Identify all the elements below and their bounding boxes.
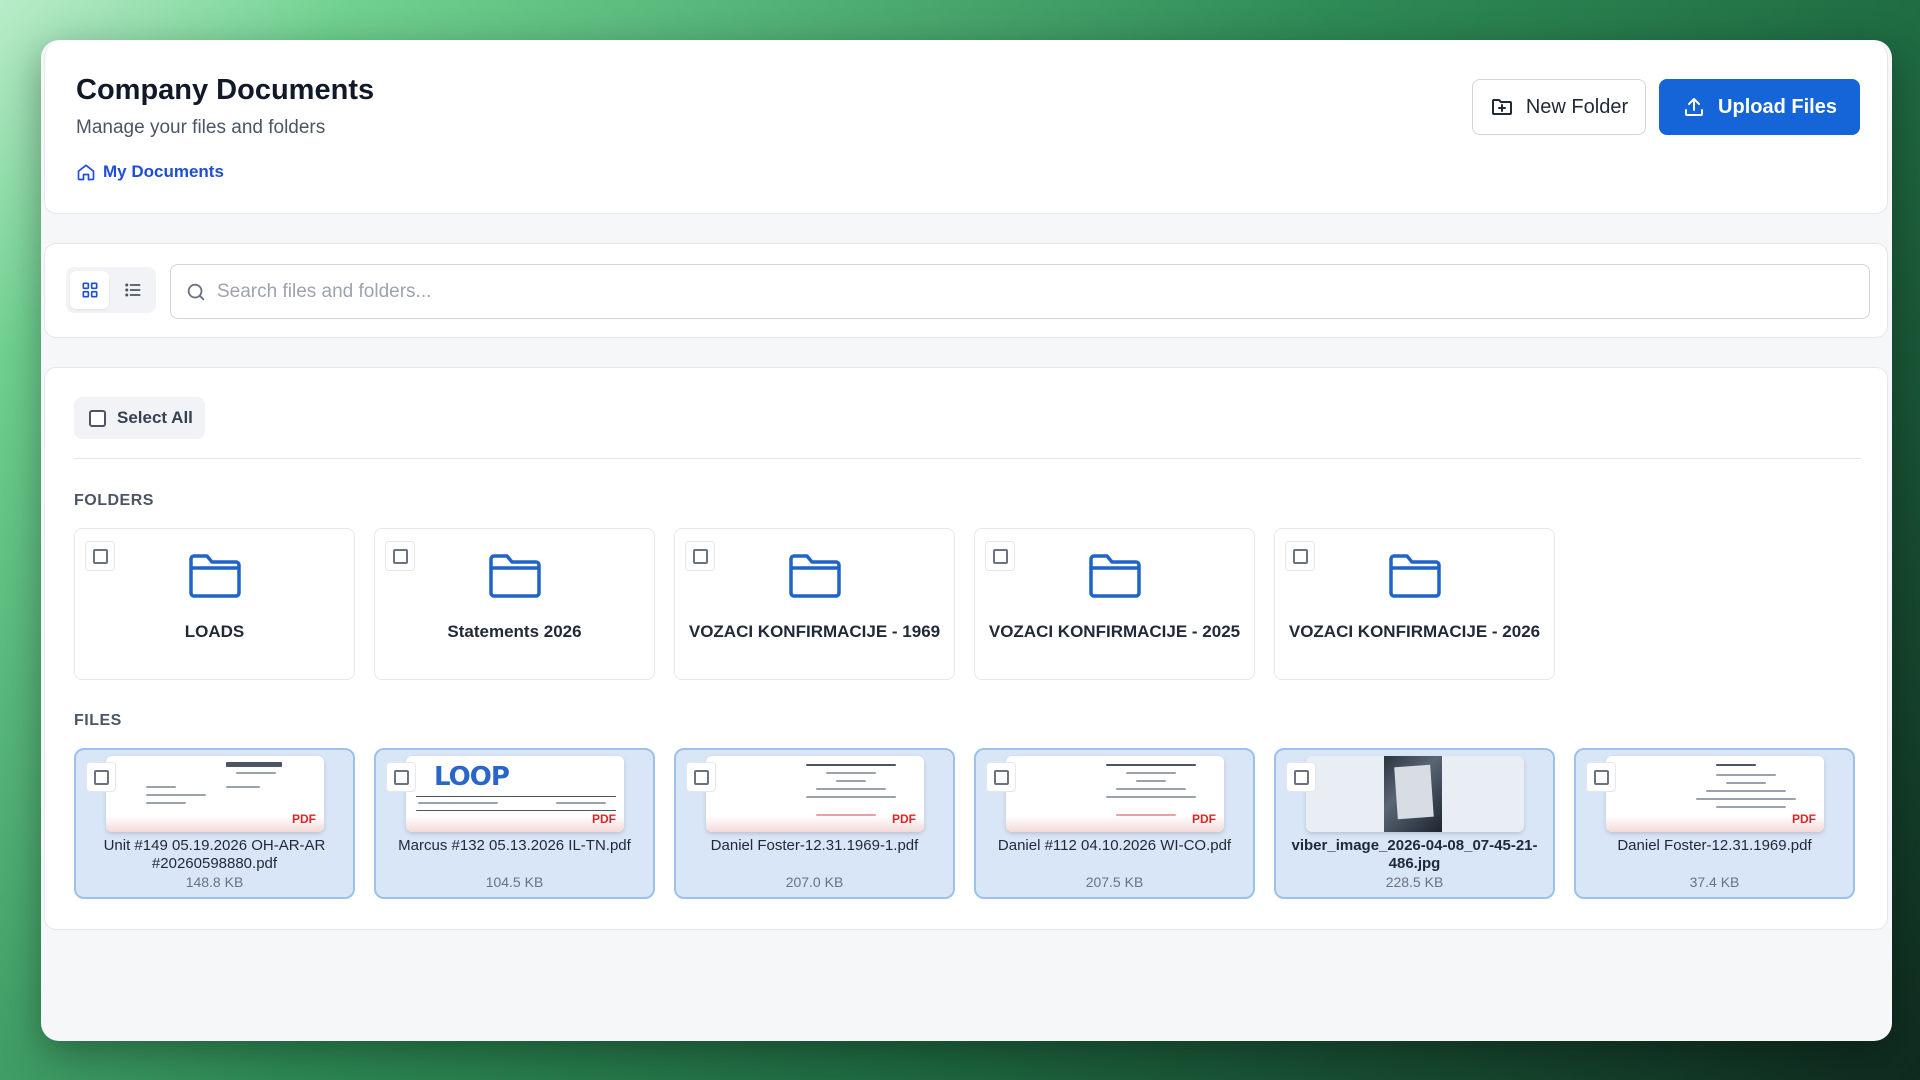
search-icon <box>187 283 205 300</box>
pdf-thumbnail: PDF <box>706 756 924 832</box>
breadcrumb-label: My Documents <box>103 162 224 181</box>
select-all-label: Select All <box>117 408 193 427</box>
file-checkbox[interactable] <box>386 762 416 792</box>
image-thumbnail <box>1306 756 1524 832</box>
folder-name: VOZACI KONFIRMACIJE - 2025 <box>988 622 1241 641</box>
folders-heading: FOLDERS <box>74 492 154 509</box>
file-card[interactable]: PDF Unit #149 05.19.2026 OH-AR-AR #20260… <box>74 748 355 899</box>
folder-icon <box>1389 554 1441 598</box>
file-size: 148.8 KB <box>185 874 244 890</box>
page-title: Company Documents <box>76 74 375 106</box>
view-toggle <box>66 267 156 313</box>
page-subtitle: Manage your files and folders <box>76 117 326 138</box>
folder-name: VOZACI KONFIRMACIJE - 2026 <box>1288 622 1541 641</box>
file-card[interactable]: PDF Daniel Foster-12.31.1969-1.pdf 207.0… <box>674 748 955 899</box>
folder-name: VOZACI KONFIRMACIJE - 1969 <box>688 622 941 641</box>
pdf-badge: PDF <box>292 812 316 826</box>
upload-files-button[interactable]: Upload Files <box>1659 79 1860 135</box>
folder-card[interactable]: Statements 2026 <box>374 528 655 680</box>
folder-checkbox[interactable] <box>985 541 1015 571</box>
new-folder-label: New Folder <box>1525 95 1629 118</box>
search-bar <box>170 264 1870 319</box>
list-view-button[interactable] <box>113 271 152 309</box>
upload-icon <box>1685 98 1704 116</box>
photo-preview <box>1384 756 1442 832</box>
file-browser: Select All FOLDERS LOADS Statements 2026… <box>44 367 1888 930</box>
files-heading: FILES <box>74 712 122 729</box>
folder-card[interactable]: VOZACI KONFIRMACIJE - 2025 <box>974 528 1255 680</box>
folder-card[interactable]: LOADS <box>74 528 355 680</box>
list-icon <box>124 283 140 297</box>
app-window: Company Documents Manage your files and … <box>41 40 1892 1041</box>
folder-name: Statements 2026 <box>447 622 582 641</box>
folder-card[interactable]: VOZACI KONFIRMACIJE - 2026 <box>1274 528 1555 680</box>
folder-name: LOADS <box>184 622 245 641</box>
folder-plus-icon <box>1491 99 1512 115</box>
file-size: 207.5 KB <box>1085 874 1144 890</box>
file-size: 207.0 KB <box>785 874 844 890</box>
toolbar <box>44 243 1888 338</box>
file-card[interactable]: LOOP PDF Marcus #132 05.13.2026 IL-TN.pd… <box>374 748 655 899</box>
select-all-checkbox[interactable] <box>89 409 106 427</box>
grid-icon <box>82 282 97 298</box>
file-card[interactable]: viber_image_2026-04-08_07-45-21-486.jpg … <box>1274 748 1555 899</box>
file-name: Marcus #132 05.13.2026 IL-TN.pdf <box>398 837 631 854</box>
file-name: Daniel #112 04.10.2026 WI-CO.pdf <box>997 837 1232 854</box>
pdf-thumbnail: PDF <box>1006 756 1224 832</box>
folder-icon <box>789 554 841 598</box>
file-name: viber_image_2026-04-08_07-45-21-486.jpg <box>1291 837 1538 872</box>
pdf-badge: PDF <box>1792 812 1816 826</box>
page-header: Company Documents Manage your files and … <box>44 40 1888 214</box>
search-input[interactable] <box>217 280 1817 303</box>
file-size: 228.5 KB <box>1385 874 1444 890</box>
file-checkbox[interactable] <box>86 762 116 792</box>
file-checkbox[interactable] <box>686 762 716 792</box>
upload-files-label: Upload Files <box>1718 95 1837 118</box>
folder-checkbox[interactable] <box>1285 541 1315 571</box>
file-card[interactable]: PDF Daniel #112 04.10.2026 WI-CO.pdf 207… <box>974 748 1255 899</box>
file-name: Unit #149 05.19.2026 OH-AR-AR #202605988… <box>103 837 326 872</box>
folder-checkbox[interactable] <box>685 541 715 571</box>
pdf-thumbnail: PDF <box>106 756 324 832</box>
divider <box>74 458 1861 459</box>
file-card[interactable]: PDF Daniel Foster-12.31.1969.pdf 37.4 KB <box>1574 748 1855 899</box>
new-folder-button[interactable]: New Folder <box>1472 79 1646 135</box>
loop-logo: LOOP <box>434 762 510 792</box>
select-all-button[interactable]: Select All <box>74 397 205 439</box>
file-name: Daniel Foster-12.31.1969-1.pdf <box>710 837 919 854</box>
pdf-thumbnail: PDF <box>1606 756 1824 832</box>
pdf-thumbnail: LOOP PDF <box>406 756 624 832</box>
file-checkbox[interactable] <box>1586 762 1616 792</box>
grid-view-button[interactable] <box>70 271 109 309</box>
pdf-badge: PDF <box>1192 812 1216 826</box>
file-size: 37.4 KB <box>1689 874 1740 890</box>
folder-icon <box>1089 554 1141 598</box>
home-icon <box>77 164 95 181</box>
file-name: Daniel Foster-12.31.1969.pdf <box>1617 837 1812 854</box>
folder-card[interactable]: VOZACI KONFIRMACIJE - 1969 <box>674 528 955 680</box>
pdf-badge: PDF <box>892 812 916 826</box>
folder-icon <box>189 554 241 598</box>
folder-icon <box>489 554 541 598</box>
file-checkbox[interactable] <box>1286 762 1316 792</box>
breadcrumb[interactable]: My Documents <box>76 162 224 182</box>
pdf-badge: PDF <box>592 812 616 826</box>
file-checkbox[interactable] <box>986 762 1016 792</box>
file-size: 104.5 KB <box>485 874 544 890</box>
folder-checkbox[interactable] <box>85 541 115 571</box>
folder-checkbox[interactable] <box>385 541 415 571</box>
